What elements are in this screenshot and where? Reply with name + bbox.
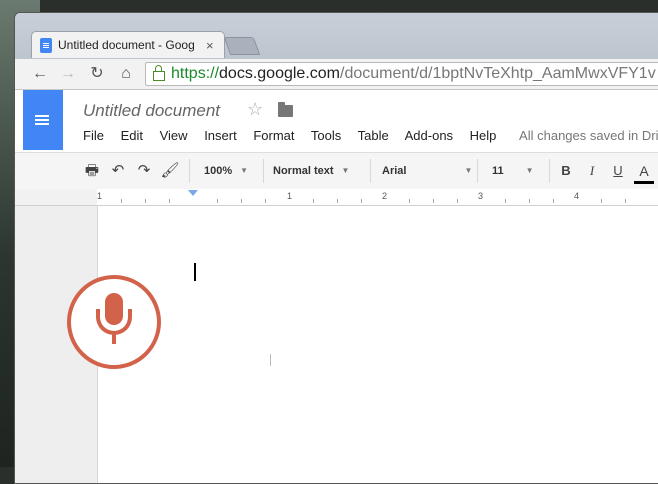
ruler-tick: [265, 199, 266, 203]
redo-icon[interactable]: ↷: [134, 162, 154, 180]
ruler-tick: [169, 199, 170, 203]
browser-window: Untitled document - Goog × ← → ↻ ⌂ https…: [14, 12, 658, 484]
font-select[interactable]: Arial ▼: [382, 162, 472, 180]
ruler-tick: [553, 199, 554, 203]
tab-title: Untitled document - Goog: [58, 38, 195, 52]
star-icon[interactable]: ☆: [247, 99, 263, 120]
ruler-tick: [529, 199, 530, 203]
menu-tools[interactable]: Tools: [311, 128, 341, 143]
ruler-tick: [217, 199, 218, 203]
toolbar-divider: [477, 159, 478, 183]
save-status: All changes saved in Dri: [519, 128, 658, 143]
ruler-tick: [337, 199, 338, 203]
url-host: docs.google.com: [219, 65, 340, 82]
mouse-ibeam-cursor: [270, 354, 271, 366]
microphone-stand: [112, 334, 116, 344]
docs-header: Untitled document ☆ File Edit View Inser…: [15, 90, 658, 152]
voice-typing-microphone-icon[interactable]: [67, 275, 161, 369]
menu-file[interactable]: File: [83, 128, 104, 143]
text-color-swatch: [634, 181, 654, 184]
ruler-tick: [601, 199, 602, 203]
toolbar-divider: [370, 159, 371, 183]
ruler-label: 1: [97, 191, 103, 201]
chevron-down-icon: ▼: [525, 166, 534, 175]
paragraph-style-select[interactable]: Normal text ▼: [273, 162, 349, 180]
ruler-tick: [361, 199, 362, 203]
menu-add-ons[interactable]: Add-ons: [405, 128, 453, 143]
indent-marker[interactable]: [188, 190, 198, 196]
paragraph-style-value: Normal text: [273, 165, 334, 177]
docs-favicon-icon: [40, 37, 52, 53]
ruler-tick: [145, 199, 146, 203]
url-path: /document/d/1bptNvTeXhtp_AamMwxVFY1v: [340, 65, 656, 82]
font-size-select[interactable]: 11 ▼: [492, 162, 534, 180]
paint-format-icon[interactable]: 🖌: [160, 162, 180, 180]
new-tab-button[interactable]: [223, 37, 261, 55]
ruler-tick: [433, 199, 434, 203]
ruler-label: 1: [287, 191, 293, 201]
italic-button[interactable]: I: [582, 162, 602, 180]
forward-button[interactable]: →: [58, 65, 78, 83]
ruler-tick: [121, 199, 122, 203]
document-page[interactable]: [97, 206, 658, 483]
document-title[interactable]: Untitled document: [83, 101, 220, 121]
tab-close-icon[interactable]: ×: [206, 38, 214, 53]
chevron-down-icon: ▼: [464, 166, 473, 175]
toolbar-divider: [549, 159, 550, 183]
ruler: 1 1 2 3 4: [15, 189, 658, 206]
print-icon[interactable]: 🖶: [82, 162, 102, 180]
toolbar-divider: [189, 159, 190, 183]
menu-bar: File Edit View Insert Format Tools Table…: [83, 128, 658, 143]
menu-help[interactable]: Help: [470, 128, 497, 143]
menu-format[interactable]: Format: [253, 128, 294, 143]
lock-icon: [153, 65, 165, 81]
back-button[interactable]: ←: [30, 65, 50, 83]
zoom-value: 100%: [204, 165, 233, 177]
ruler-tick: [625, 199, 626, 203]
ruler-tick: [409, 199, 410, 203]
undo-icon[interactable]: ↶: [108, 162, 128, 180]
tab-untitled-document[interactable]: Untitled document - Goog ×: [31, 31, 225, 58]
tab-strip: Untitled document - Goog ×: [15, 13, 658, 61]
bold-button[interactable]: B: [556, 162, 576, 180]
reload-button[interactable]: ↻: [87, 65, 107, 83]
menu-table[interactable]: Table: [358, 128, 389, 143]
ruler-tick: [241, 199, 242, 203]
ruler-tick: [457, 199, 458, 203]
text-color-button[interactable]: A: [634, 162, 654, 180]
menu-insert[interactable]: Insert: [204, 128, 237, 143]
toolbar-divider: [263, 159, 264, 183]
navigation-bar: ← → ↻ ⌂ https:// docs.google.com /docume…: [15, 59, 658, 90]
docs-home-icon[interactable]: [23, 90, 63, 150]
text-cursor: [194, 263, 196, 281]
ruler-label: 2: [382, 191, 388, 201]
font-size-value: 11: [492, 165, 504, 177]
ruler-track: 1 1 2 3 4: [97, 189, 658, 205]
url-scheme: https://: [171, 65, 220, 82]
zoom-select[interactable]: 100% ▼: [204, 162, 248, 180]
formatting-toolbar: 🖶 ↶ ↷ 🖌 100% ▼ Normal text ▼ Arial ▼ 11 ▼ B …: [15, 152, 658, 190]
home-button[interactable]: ⌂: [116, 65, 136, 83]
chevron-down-icon: ▼: [341, 166, 350, 175]
ruler-label: 3: [478, 191, 484, 201]
ruler-label: 4: [574, 191, 580, 201]
menu-view[interactable]: View: [160, 128, 188, 143]
ruler-tick: [313, 199, 314, 203]
chevron-down-icon: ▼: [240, 166, 249, 175]
menu-edit[interactable]: Edit: [121, 128, 143, 143]
font-value: Arial: [382, 165, 407, 177]
address-bar[interactable]: https:// docs.google.com /document/d/1bp…: [145, 62, 658, 86]
underline-button[interactable]: U: [608, 162, 628, 180]
microphone-holder: [96, 309, 132, 335]
folder-icon[interactable]: [278, 102, 293, 117]
ruler-tick: [505, 199, 506, 203]
